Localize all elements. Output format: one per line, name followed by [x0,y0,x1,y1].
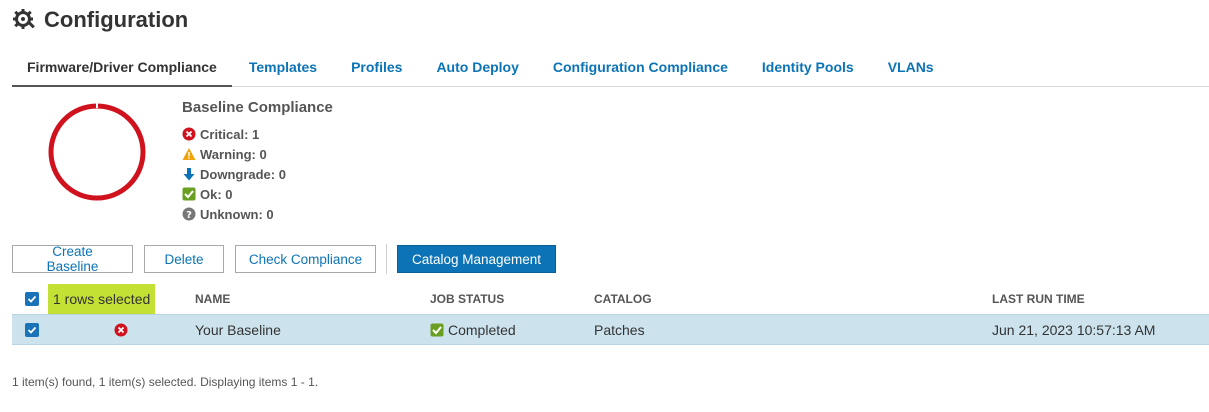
baseline-compliance-summary: Baseline Compliance Critical: 1 Warning:… [182,99,333,224]
table-header: 1 rows selected NAME JOB STATUS CATALOG … [12,284,1209,314]
ok-check-icon [182,187,196,201]
table-footer-status: 1 item(s) found, 1 item(s) selected. Dis… [12,375,319,389]
completed-check-icon [430,323,444,337]
catalog-cell: Patches [594,321,645,338]
svg-text:?: ? [186,210,192,221]
create-baseline-button[interactable]: Create Baseline [12,244,133,274]
downgrade-arrow-icon [182,167,196,181]
baseline-table: 1 rows selected NAME JOB STATUS CATALOG … [12,284,1209,345]
table-row[interactable]: Your Baseline Completed Patches Jun 21, … [12,314,1209,345]
downgrade-stat: Downgrade: 0 [182,164,333,184]
warning-stat: Warning: 0 [182,144,333,164]
page-header: Configuration [12,6,188,34]
tab-firmware-driver-compliance[interactable]: Firmware/Driver Compliance [12,48,232,87]
unknown-stat-label: Unknown: 0 [200,206,274,222]
downgrade-stat-label: Downgrade: 0 [200,166,286,182]
critical-x-icon [114,315,128,344]
tab-bar: Firmware/Driver Compliance Templates Pro… [12,48,1209,87]
select-all-checkbox[interactable] [25,292,39,306]
row-checkbox-wrap[interactable] [25,315,39,344]
page-title: Configuration [44,7,189,32]
tab-identity-pools[interactable]: Identity Pools [745,48,871,86]
column-header-last-run-time[interactable]: LAST RUN TIME [992,284,1085,314]
job-status-text: Completed [448,321,516,338]
column-header-catalog[interactable]: CATALOG [594,284,652,314]
tab-templates[interactable]: Templates [232,48,334,86]
rows-selected-badge: 1 rows selected [48,284,156,314]
tab-profiles[interactable]: Profiles [334,48,419,86]
critical-donut-segment [48,103,146,201]
unknown-stat: ? Unknown: 0 [182,204,333,224]
tab-auto-deploy[interactable]: Auto Deploy [419,48,535,86]
baseline-toolbar: Create Baseline Delete Check Compliance … [12,244,556,274]
job-status-cell: Completed [430,315,516,344]
compliance-donut-chart [46,101,148,203]
warning-triangle-icon [182,147,196,161]
critical-stat-label: Critical: 1 [200,126,260,142]
critical-stat: Critical: 1 [182,124,333,144]
delete-button[interactable]: Delete [144,245,224,273]
ok-stat-label: Ok: 0 [200,186,233,202]
unknown-question-icon: ? [182,207,196,221]
catalog-management-button[interactable]: Catalog Management [397,245,556,273]
tab-vlans[interactable]: VLANs [871,48,951,86]
baseline-compliance-title: Baseline Compliance [182,99,333,116]
toolbar-separator [386,244,387,274]
check-compliance-button[interactable]: Check Compliance [235,245,376,273]
column-header-job-status[interactable]: JOB STATUS [430,284,504,314]
baseline-name-cell[interactable]: Your Baseline [195,315,281,344]
critical-x-icon [182,127,196,141]
gear-wrench-icon [12,8,36,32]
tab-configuration-compliance[interactable]: Configuration Compliance [536,48,745,86]
warning-stat-label: Warning: 0 [200,146,267,162]
last-run-time-cell: Jun 21, 2023 10:57:13 AM [992,321,1156,338]
ok-stat: Ok: 0 [182,184,333,204]
row-checkbox[interactable] [25,322,39,337]
select-all-checkbox-wrap[interactable] [25,284,39,314]
column-header-name[interactable]: NAME [195,284,230,314]
